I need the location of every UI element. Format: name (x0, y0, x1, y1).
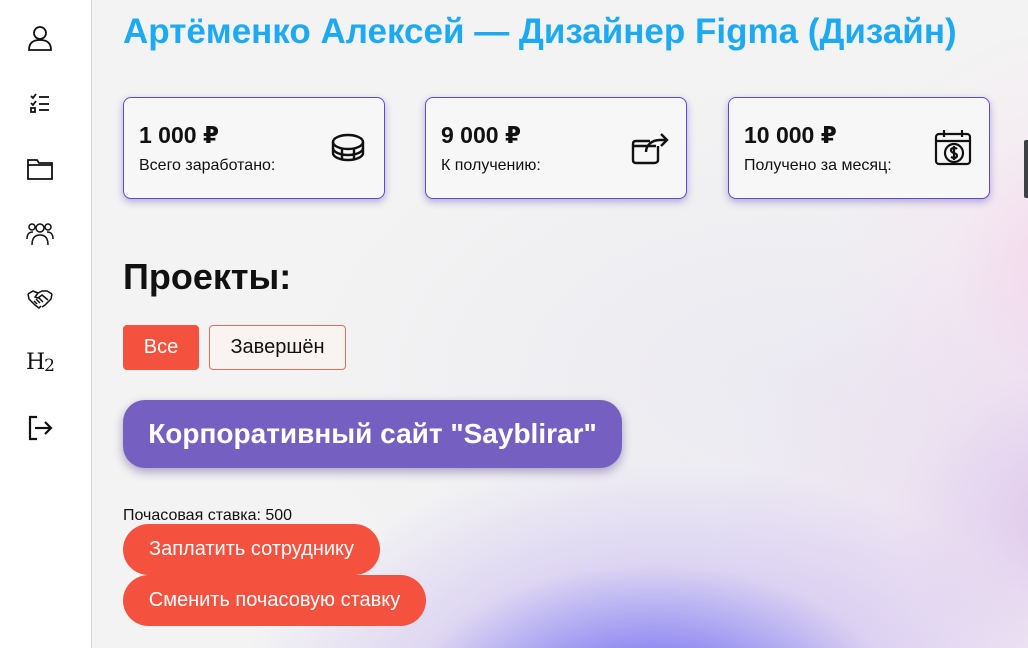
team-icon (26, 223, 54, 246)
calendar-dollar-icon (934, 130, 972, 166)
stat-card-total-earned: 1 000 ₽ Всего заработано: (123, 97, 385, 199)
projects-heading: Проекты: (123, 256, 292, 297)
folder-icon (27, 159, 53, 180)
change-rate-button[interactable]: Сменить почасовую ставку (123, 575, 426, 626)
project-card-button[interactable]: Корпоративный сайт "Sayblirar" (123, 400, 622, 468)
sidebar-item-h2[interactable]: H2 (22, 345, 58, 381)
sidebar-item-deals[interactable] (22, 280, 58, 316)
task-list-icon (30, 93, 49, 113)
sidebar-item-team[interactable] (22, 215, 58, 251)
h2-icon-letter: H (25, 350, 45, 375)
sidebar: H2 (0, 0, 92, 648)
stat-amount: 10 000 ₽ (744, 122, 837, 148)
stat-amount: 1 000 ₽ (139, 122, 219, 148)
stat-card-month: 10 000 ₽ Получено за месяц: (728, 97, 990, 199)
user-icon (28, 26, 52, 51)
stat-label: К получению: (441, 157, 541, 174)
stat-label: Получено за месяц: (744, 157, 892, 174)
wallet-arrow-icon (631, 133, 669, 165)
coins-icon (331, 133, 365, 162)
stat-label: Всего заработано: (139, 157, 276, 174)
stat-amount: 9 000 ₽ (441, 122, 521, 148)
sidebar-item-tasks[interactable] (22, 85, 58, 121)
sidebar-item-logout[interactable] (22, 410, 58, 446)
pay-employee-button[interactable]: Заплатить сотруднику (123, 524, 380, 575)
handshake-icon (27, 290, 53, 309)
hourly-rate-text: Почасовая ставка: 500 (123, 507, 293, 524)
filter-all-button[interactable]: Все (123, 325, 199, 370)
sidebar-item-profile[interactable] (22, 20, 58, 56)
h2-icon: H2 (25, 350, 55, 376)
filter-completed-button[interactable]: Завершён (209, 325, 346, 370)
logout-icon (28, 415, 53, 441)
page-title: Артёменко Алексей — Дизайнер Figma (Диза… (123, 12, 957, 51)
stat-card-overflow-edge (1024, 140, 1028, 198)
stat-card-to-receive: 9 000 ₽ К получению: (425, 97, 687, 199)
main-content: Артёменко Алексей — Дизайнер Figma (Диза… (92, 0, 1028, 648)
h2-icon-digit: 2 (44, 356, 55, 376)
sidebar-item-projects[interactable] (22, 150, 58, 186)
